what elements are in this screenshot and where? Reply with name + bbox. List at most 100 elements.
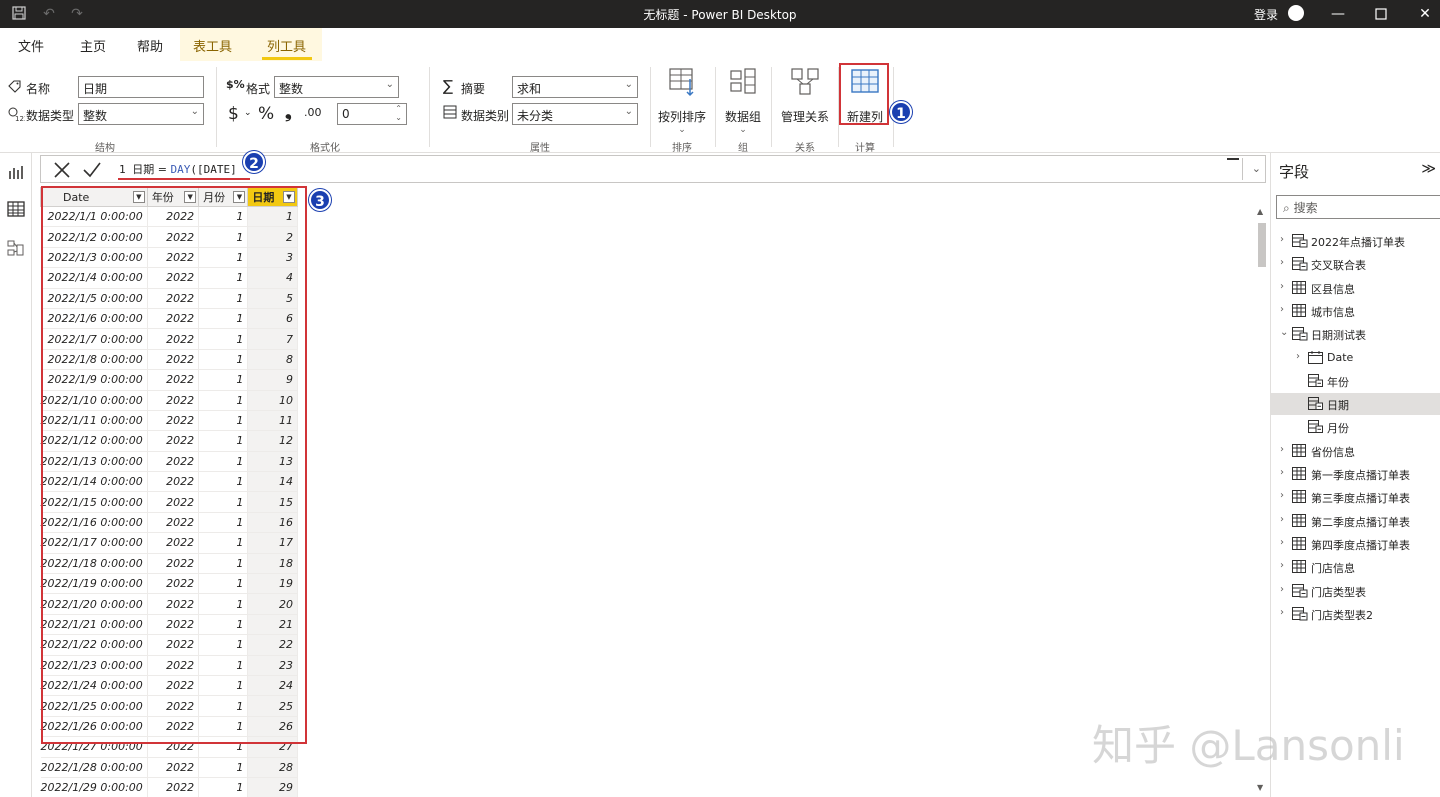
- scroll-down-icon[interactable]: ▼: [1257, 783, 1263, 792]
- field-table-item[interactable]: › 门店类型表2: [1271, 603, 1440, 625]
- chevron-right-icon[interactable]: ›: [1296, 351, 1300, 362]
- sort-by-column-button[interactable]: 按列排序 ⌄: [656, 65, 708, 135]
- stepper-arrows-icon[interactable]: ⌃ ⌄: [395, 104, 402, 122]
- maximize-icon[interactable]: [1371, 4, 1391, 24]
- chevron-right-icon[interactable]: ›: [1280, 607, 1284, 618]
- sort-column-icon: [669, 68, 694, 97]
- formula-prefix: 日期 =: [132, 163, 171, 176]
- format-select[interactable]: 整数 ⌄: [274, 76, 399, 98]
- field-table-item[interactable]: › 第四季度点播订单表: [1271, 533, 1440, 555]
- tab-column-tools[interactable]: 列工具: [267, 36, 306, 55]
- field-label: 第一季度点播订单表: [1311, 469, 1410, 482]
- field-label: 门店信息: [1311, 562, 1355, 576]
- field-column-item[interactable]: 日期: [1271, 393, 1440, 416]
- chevron-down-icon: ⌄: [385, 79, 394, 90]
- chevron-right-icon[interactable]: ›: [1280, 584, 1284, 595]
- cell-month[interactable]: 1: [198, 777, 249, 797]
- comma-button[interactable]: ❟: [285, 103, 292, 123]
- cancel-formula-icon[interactable]: [51, 159, 73, 181]
- chevron-right-icon[interactable]: ›: [1280, 514, 1284, 525]
- expand-formula-icon[interactable]: ⌄: [1252, 162, 1261, 175]
- field-table-item[interactable]: › 省份信息: [1271, 440, 1440, 462]
- name-label: 名称: [26, 82, 51, 96]
- search-icon: ⌕: [1283, 201, 1290, 215]
- name-input[interactable]: 日期: [78, 76, 204, 98]
- avatar[interactable]: [1288, 5, 1304, 21]
- field-table-item[interactable]: › 交叉联合表: [1271, 253, 1440, 275]
- formula-input[interactable]: 1 日期 = DAY([DATE]: [119, 161, 237, 177]
- cell-date[interactable]: 2022/1/29 0:00:00: [40, 777, 148, 797]
- chevron-right-icon[interactable]: ›: [1280, 234, 1284, 245]
- model-view-icon[interactable]: [7, 239, 25, 257]
- field-table-item[interactable]: › 2022年点播订单表: [1271, 230, 1440, 252]
- chevron-right-icon[interactable]: ›: [1280, 281, 1284, 292]
- decimals-stepper[interactable]: 0 ⌃ ⌄: [337, 103, 407, 125]
- tab-help[interactable]: 帮助: [137, 36, 163, 55]
- login-link[interactable]: 登录: [1254, 6, 1278, 23]
- decimal-button[interactable]: .00: [304, 106, 322, 119]
- field-table-item[interactable]: ⌄ 日期测试表: [1271, 323, 1440, 345]
- field-table-item[interactable]: › 门店类型表: [1271, 580, 1440, 602]
- category-select[interactable]: 未分类 ⌄: [512, 103, 638, 125]
- field-table-item[interactable]: › 门店信息: [1271, 556, 1440, 578]
- field-table-item[interactable]: › 第二季度点播订单表: [1271, 510, 1440, 532]
- minimize-icon[interactable]: —: [1328, 4, 1348, 24]
- percent-button[interactable]: %: [258, 104, 274, 124]
- cell-date[interactable]: 2022/1/28 0:00:00: [40, 757, 148, 778]
- datatype-select[interactable]: 整数 ⌄: [78, 103, 204, 125]
- field-table-item[interactable]: › 城市信息: [1271, 300, 1440, 322]
- field-table-item[interactable]: › 第三季度点播订单表: [1271, 486, 1440, 508]
- chevron-right-icon[interactable]: ›: [1280, 467, 1284, 478]
- data-group-button[interactable]: 数据组 ⌄: [720, 65, 766, 135]
- chevron-right-icon[interactable]: ›: [1280, 490, 1284, 501]
- decimals-value: 0: [342, 107, 350, 121]
- scroll-up-icon[interactable]: ▲: [1257, 207, 1263, 216]
- chevron-right-icon[interactable]: ›: [1280, 537, 1284, 548]
- cell-day[interactable]: 28: [247, 757, 298, 778]
- cell-year[interactable]: 2022: [147, 757, 200, 778]
- chevron-down-icon[interactable]: ⌄: [1280, 327, 1288, 338]
- chevron-down-icon: ⌄: [624, 79, 633, 90]
- scrollbar-thumb[interactable]: [1258, 223, 1266, 267]
- collapse-pane-icon[interactable]: ≫: [1421, 161, 1436, 177]
- commit-formula-icon[interactable]: [81, 159, 103, 181]
- field-table-item[interactable]: › 区县信息: [1271, 277, 1440, 299]
- category-label: 数据类别: [461, 109, 510, 123]
- cell-month[interactable]: 1: [198, 757, 249, 778]
- vertical-scrollbar[interactable]: ▲ ▼: [1256, 205, 1268, 797]
- chevron-right-icon[interactable]: ›: [1280, 560, 1284, 571]
- summary-select[interactable]: 求和 ⌄: [512, 76, 638, 98]
- field-table-item[interactable]: › 第一季度点播订单表: [1271, 463, 1440, 485]
- chevron-down-icon[interactable]: ⌄: [244, 108, 252, 118]
- currency-button[interactable]: $: [228, 104, 239, 124]
- field-label: 月份: [1327, 422, 1349, 436]
- table-row: 2022/1/28 0:00:00 2022 1 28: [40, 757, 298, 778]
- formula-underline: [118, 178, 250, 180]
- tab-home[interactable]: 主页: [80, 36, 106, 55]
- tab-file[interactable]: 文件: [18, 36, 44, 55]
- data-view-icon[interactable]: [7, 200, 25, 218]
- field-label: 区县信息: [1311, 282, 1355, 296]
- close-window-icon[interactable]: ✕: [1415, 4, 1435, 24]
- manage-relationships-button[interactable]: 管理关系: [778, 65, 832, 125]
- fields-search-input[interactable]: ⌕ 搜索: [1276, 195, 1440, 219]
- cell-year[interactable]: 2022: [147, 777, 200, 797]
- cell-day[interactable]: 29: [247, 777, 298, 797]
- tab-table-tools[interactable]: 表工具: [193, 36, 232, 55]
- chevron-right-icon[interactable]: ›: [1280, 444, 1284, 455]
- chevron-right-icon[interactable]: ›: [1280, 304, 1284, 315]
- table-icon: [1292, 536, 1306, 550]
- report-view-icon[interactable]: [7, 163, 25, 181]
- category-value: 未分类: [517, 109, 554, 123]
- field-column-item[interactable]: 年份: [1271, 370, 1440, 392]
- chevron-right-icon[interactable]: ›: [1280, 257, 1284, 268]
- group-groups: 组: [738, 143, 748, 154]
- table-calc-icon: [1292, 327, 1308, 341]
- chevron-down-icon: ⌄: [739, 125, 747, 135]
- field-column-item[interactable]: 月份: [1271, 416, 1440, 438]
- table-calc-icon: [1292, 583, 1308, 597]
- field-column-item[interactable]: › Date: [1271, 347, 1440, 369]
- formula-bar-marker: [1227, 158, 1239, 160]
- field-label: 交叉联合表: [1311, 259, 1366, 273]
- field-label: 省份信息: [1311, 445, 1355, 459]
